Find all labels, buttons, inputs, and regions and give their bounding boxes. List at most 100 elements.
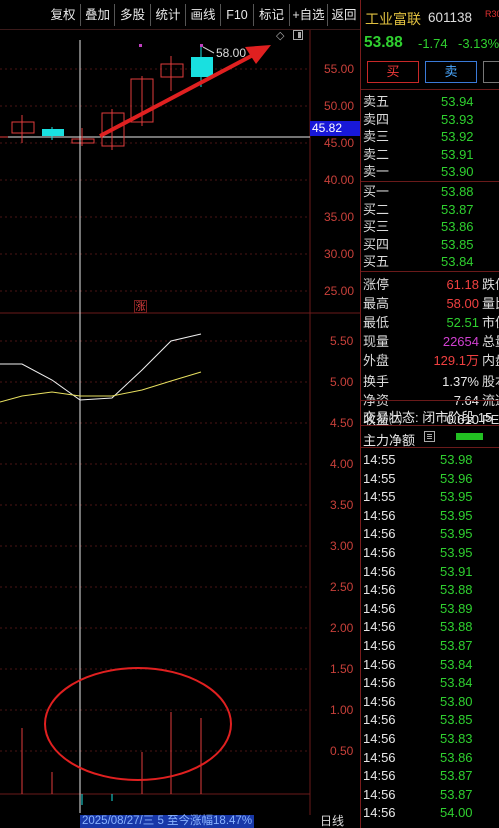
mark-button[interactable]: 标记 xyxy=(253,4,289,26)
candle xyxy=(42,129,64,136)
stat-label: 最低 xyxy=(363,315,390,330)
indicator-tick-label: 5.00 xyxy=(330,375,354,389)
ask-label: 卖二 xyxy=(363,146,390,162)
price-tick-label: 50.00 xyxy=(324,99,354,113)
tick-row: 14:56 53.95 xyxy=(361,507,499,525)
back-button[interactable]: 返回 xyxy=(327,4,360,26)
indicator-tick-label: 3.50 xyxy=(330,498,354,512)
candle xyxy=(160,63,184,78)
indicator-tick-label: 2.50 xyxy=(330,580,354,594)
kline-chart-area[interactable]: 55.00 50.00 45.00 40.00 35.00 30.00 25.00 5.50… xyxy=(0,30,360,828)
tick-time: 14:56 xyxy=(363,675,396,691)
kline-chart[interactable]: 55.00 50.00 45.00 40.00 35.00 30.00 25.00 5.50… xyxy=(0,30,360,828)
stat-label: 外盘 xyxy=(363,353,390,368)
candle xyxy=(11,121,35,134)
indicator-tick-label: 3.00 xyxy=(330,539,354,553)
indicator-tick-label: 0.50 xyxy=(330,744,354,758)
indicator-line-white xyxy=(0,333,202,401)
panel-toggle-icon[interactable] xyxy=(293,30,303,40)
tick-time: 14:56 xyxy=(363,619,396,635)
stat-label-secondary: 跌停 xyxy=(482,277,499,292)
ask-label: 卖四 xyxy=(363,111,390,127)
last-price: 53.88 xyxy=(364,34,403,51)
tick-time: 14:56 xyxy=(363,600,396,616)
ask-row[interactable]: 卖二 53.91 xyxy=(361,146,499,163)
stat-label: 现量 xyxy=(363,334,390,349)
bid-row[interactable]: 买五 53.84 xyxy=(361,253,499,270)
tick-time: 14:56 xyxy=(363,749,396,765)
price-change: -1.74 xyxy=(418,36,448,51)
marker-dot xyxy=(139,44,142,47)
tick-time: 14:56 xyxy=(363,693,396,709)
add-watchlist-button[interactable]: +自选 xyxy=(289,4,327,26)
f10-button[interactable]: F10 xyxy=(220,4,253,26)
tick-price: 53.95 xyxy=(440,545,473,560)
ask-price: 53.91 xyxy=(441,146,474,162)
period-label[interactable]: 日线 xyxy=(320,815,344,828)
ask-row[interactable]: 卖一 53.90 xyxy=(361,163,499,180)
bid-price: 53.84 xyxy=(441,254,474,270)
quote-panel: 工业富联 601138 R30 53.88 -1.74 -3.13% 买 卖 卖… xyxy=(360,0,499,828)
bid-price: 53.85 xyxy=(441,236,474,252)
stat-value: 129.1万 xyxy=(433,353,479,368)
indicator-tick-label: 5.50 xyxy=(330,334,354,348)
bid-row[interactable]: 买四 53.85 xyxy=(361,236,499,253)
stat-value: 61.18 xyxy=(446,277,479,292)
more-button[interactable] xyxy=(483,61,499,83)
stat-row: 最低 52.51市值 xyxy=(361,313,499,332)
tick-price: 53.98 xyxy=(440,452,473,467)
ask-row[interactable]: 卖三 53.92 xyxy=(361,128,499,145)
divider xyxy=(361,181,499,182)
bid-price: 53.88 xyxy=(441,184,474,199)
bid-row[interactable]: 买一 53.88 xyxy=(361,183,499,200)
stat-row: 外盘 129.1万内盘 xyxy=(361,351,499,370)
indicator-tick-label: 2.00 xyxy=(330,621,354,635)
tick-time: 14:56 xyxy=(363,526,396,542)
list-icon[interactable] xyxy=(424,431,435,442)
tick-row: 14:56 53.84 xyxy=(361,656,499,674)
overlay-button[interactable]: 叠加 xyxy=(80,4,114,26)
stock-code: 601138 xyxy=(428,10,473,25)
tick-time: 14:56 xyxy=(363,656,396,672)
price-tick-label: 25.00 xyxy=(324,284,354,298)
bid-price: 53.87 xyxy=(441,201,474,217)
statistics-button[interactable]: 统计 xyxy=(150,4,185,26)
tick-time: 14:55 xyxy=(363,489,396,505)
tick-row: 14:56 53.86 xyxy=(361,749,499,767)
marker-dot xyxy=(200,44,203,47)
multi-stock-button[interactable]: 多股 xyxy=(114,4,150,26)
stat-label-secondary: 股本 xyxy=(482,374,499,389)
tick-time: 14:56 xyxy=(363,638,396,653)
ask-price: 53.93 xyxy=(441,111,474,127)
tick-price: 53.89 xyxy=(440,600,473,616)
indicator-tick-label: 4.00 xyxy=(330,457,354,471)
fq-button[interactable]: 复权 xyxy=(46,4,80,26)
ask-price: 53.94 xyxy=(441,94,474,109)
sell-button[interactable]: 卖 xyxy=(425,61,477,83)
tick-time: 14:56 xyxy=(363,786,396,802)
bid-label: 买五 xyxy=(363,254,390,270)
draw-line-button[interactable]: 画线 xyxy=(185,4,220,26)
trade-status: 交易状态: 闭市阶段 15 xyxy=(363,410,493,425)
stat-label-secondary: 内盘 xyxy=(482,353,499,368)
bid-row[interactable]: 买二 53.87 xyxy=(361,201,499,218)
bid-label: 买四 xyxy=(363,236,390,252)
stock-name: 工业富联 xyxy=(365,11,421,27)
trend-arrow xyxy=(99,52,256,138)
buy-button[interactable]: 买 xyxy=(367,61,419,83)
tick-row: 14:56 53.87 xyxy=(361,786,499,804)
ask-row[interactable]: 卖五 53.94 xyxy=(361,93,499,110)
price-tick-label: 40.00 xyxy=(324,173,354,187)
tick-row: 14:56 53.87 xyxy=(361,767,499,785)
tick-time: 14:56 xyxy=(363,545,396,560)
tick-row: 14:56 53.95 xyxy=(361,544,499,562)
divider xyxy=(361,89,499,90)
limit-up-marker: 涨 xyxy=(134,300,147,313)
bid-row[interactable]: 买三 53.86 xyxy=(361,218,499,235)
diamond-icon[interactable]: ◇ xyxy=(276,29,284,42)
ask-row[interactable]: 卖四 53.93 xyxy=(361,111,499,128)
ask-label: 卖三 xyxy=(363,129,390,145)
stat-label-secondary: 量比 xyxy=(482,296,499,311)
tick-price: 53.87 xyxy=(440,638,473,653)
stat-label: 最高 xyxy=(363,296,390,311)
